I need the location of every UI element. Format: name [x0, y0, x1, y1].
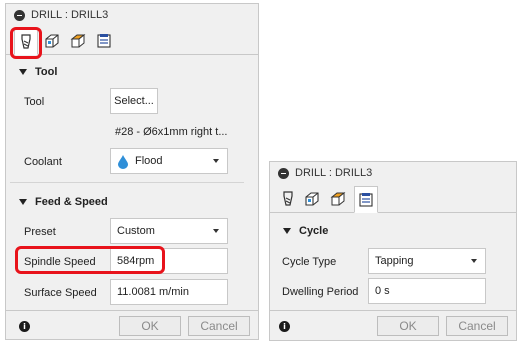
tab-strip: [270, 184, 516, 213]
ok-button[interactable]: OK: [119, 316, 181, 336]
geometry-icon: [305, 191, 319, 206]
heights-icon: [330, 191, 346, 205]
section-title: Feed & Speed: [35, 196, 108, 208]
section-cycle-header[interactable]: Cycle: [270, 217, 516, 245]
tab-heights[interactable]: [66, 28, 90, 53]
tool-icon: [283, 190, 293, 206]
cycle-type-value: Tapping: [375, 255, 414, 267]
drill-dialog-right: DRILL : DRILL3 Cycle Cycle Type Tapping …: [269, 161, 517, 341]
section-feed-speed-header[interactable]: Feed & Speed: [6, 188, 258, 216]
chevron-down-icon: [213, 229, 219, 233]
cycle-icon: [359, 192, 373, 207]
collapse-triangle-icon: [19, 69, 27, 75]
dialog-footer: i OK Cancel: [6, 310, 258, 341]
tab-cycle[interactable]: [92, 28, 116, 53]
tab-tool[interactable]: [276, 186, 300, 211]
dialog-title-bar: DRILL : DRILL3: [270, 162, 516, 184]
collapse-triangle-icon: [283, 228, 291, 234]
cycle-type-select[interactable]: Tapping: [368, 248, 486, 274]
dialog-title: DRILL : DRILL3: [295, 167, 373, 179]
heights-icon: [70, 33, 86, 47]
tool-label: Tool: [24, 96, 45, 108]
surface-speed-label: Surface Speed: [24, 287, 97, 299]
collapse-icon[interactable]: [14, 9, 25, 21]
preset-label: Preset: [24, 226, 56, 238]
dwelling-period-input[interactable]: 0 s: [368, 278, 486, 304]
water-drop-icon: [118, 154, 128, 169]
ok-button[interactable]: OK: [377, 316, 439, 336]
tool-tab-highlight: [10, 27, 42, 59]
dialog-footer: i OK Cancel: [270, 310, 516, 341]
preset-select[interactable]: Custom: [110, 218, 228, 244]
collapse-icon[interactable]: [278, 167, 289, 179]
coolant-label: Coolant: [24, 156, 62, 168]
select-tool-button[interactable]: Select...: [110, 88, 158, 114]
tab-cycle[interactable]: [354, 186, 378, 213]
chevron-down-icon: [213, 159, 219, 163]
section-tool-header[interactable]: Tool: [6, 58, 258, 86]
dwelling-period-label: Dwelling Period: [282, 286, 359, 298]
cycle-type-label: Cycle Type: [282, 256, 337, 268]
tab-geometry[interactable]: [300, 186, 324, 211]
dialog-title-bar: DRILL : DRILL3: [6, 4, 258, 26]
chevron-down-icon: [471, 259, 477, 263]
info-icon[interactable]: i: [279, 321, 290, 332]
geometry-icon: [45, 33, 59, 48]
cancel-button[interactable]: Cancel: [188, 316, 250, 336]
collapse-triangle-icon: [19, 199, 27, 205]
tab-geometry[interactable]: [40, 28, 64, 53]
drill-dialog-left: DRILL : DRILL3 Tool Tool Select... #28 -…: [5, 3, 259, 340]
cancel-button[interactable]: Cancel: [446, 316, 508, 336]
coolant-value: Flood: [135, 155, 163, 167]
tab-strip: [6, 26, 258, 55]
divider: [10, 182, 244, 183]
section-title: Tool: [35, 66, 58, 78]
spindle-speed-highlight: [15, 246, 165, 274]
tool-description: #28 - Ø6x1mm right t...: [115, 126, 228, 138]
info-icon[interactable]: i: [19, 321, 30, 332]
tab-heights[interactable]: [326, 186, 350, 211]
preset-value: Custom: [117, 225, 155, 237]
surface-speed-input[interactable]: 11.0081 m/min: [110, 279, 228, 305]
section-title: Cycle: [299, 225, 329, 237]
cycle-icon: [97, 33, 111, 48]
dialog-title: DRILL : DRILL3: [31, 9, 109, 21]
coolant-select[interactable]: Flood: [110, 148, 228, 174]
